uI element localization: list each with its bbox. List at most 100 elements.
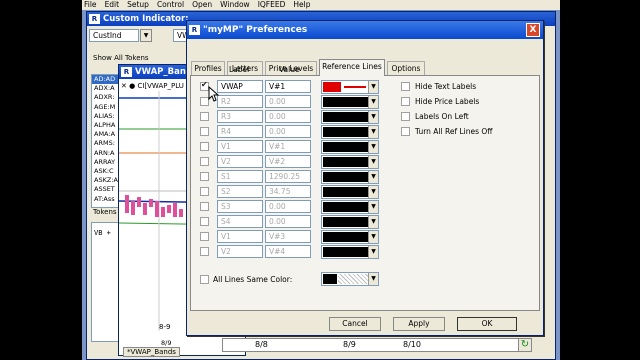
row-color-picker[interactable]: ▼ xyxy=(321,140,379,154)
show-all-tokens-label[interactable]: Show All Tokens xyxy=(93,54,149,62)
tab-reference-lines[interactable]: Reference Lines xyxy=(319,59,385,76)
candle xyxy=(125,195,129,213)
row-color-picker[interactable]: ▼ xyxy=(321,155,379,169)
close-icon[interactable]: ✕ xyxy=(121,82,127,90)
row-label-field[interactable]: VWAP xyxy=(217,80,263,93)
chevron-down-icon: ▼ xyxy=(368,201,378,213)
token-item[interactable]: ALPHA xyxy=(92,121,120,130)
ok-button[interactable]: OK xyxy=(457,317,517,331)
menu-open[interactable]: Open xyxy=(192,0,212,10)
token-item[interactable]: AT:Ass xyxy=(92,195,120,204)
row-label-field[interactable]: S2 xyxy=(217,185,263,198)
row-enable-checkbox[interactable] xyxy=(200,187,209,196)
token-item[interactable]: ASSET xyxy=(92,185,120,194)
candle xyxy=(179,209,183,217)
row-value-field[interactable]: V#2 xyxy=(265,155,311,168)
menu-iqfeed[interactable]: IQFEED xyxy=(258,0,286,10)
row-color-picker[interactable]: ▼ xyxy=(321,245,379,259)
all-lines-same-color-checkbox[interactable] xyxy=(200,275,209,284)
menu-help[interactable]: Help xyxy=(293,0,310,10)
row-label-field[interactable]: R3 xyxy=(217,110,263,123)
row-enable-checkbox[interactable] xyxy=(200,202,209,211)
hide-text-labels-checkbox[interactable] xyxy=(401,82,410,91)
apply-button[interactable]: Apply xyxy=(393,317,445,331)
candle xyxy=(131,201,135,215)
menu-control[interactable]: Control xyxy=(157,0,184,10)
row-color-picker[interactable]: ▼ xyxy=(321,80,379,94)
row-enable-checkbox[interactable] xyxy=(200,157,209,166)
token-item[interactable]: ASK:C xyxy=(92,167,120,176)
cancel-button[interactable]: Cancel xyxy=(329,317,381,331)
token-item[interactable]: ADX:A xyxy=(92,84,120,93)
all-lines-color-picker[interactable]: ▼ xyxy=(321,272,379,286)
row-color-picker[interactable]: ▼ xyxy=(321,110,379,124)
row-value-field[interactable]: 0.00 xyxy=(265,95,311,108)
tab-options[interactable]: Options xyxy=(387,61,425,75)
row-value-field[interactable]: 0.00 xyxy=(265,125,311,138)
chevron-down-icon: ▼ xyxy=(368,111,378,123)
token-item[interactable]: ARMS: xyxy=(92,139,120,148)
row-color-picker[interactable]: ▼ xyxy=(321,185,379,199)
row-value-field[interactable]: V#1 xyxy=(265,140,311,153)
menu-file[interactable]: File xyxy=(84,0,97,10)
row-enable-checkbox[interactable] xyxy=(200,172,209,181)
row-enable-checkbox[interactable] xyxy=(200,232,209,241)
indicator-combo[interactable]: CustInd xyxy=(89,29,139,42)
row-value-field[interactable]: V#4 xyxy=(265,245,311,258)
row-label-field[interactable]: R4 xyxy=(217,125,263,138)
row-label-field[interactable]: V1 xyxy=(217,140,263,153)
token-item[interactable]: AMA:A xyxy=(92,130,120,139)
row-color-picker[interactable]: ▼ xyxy=(321,95,379,109)
row-label-field[interactable]: V2 xyxy=(217,245,263,258)
token-item[interactable]: ASKZ:A xyxy=(92,176,120,185)
row-value-field[interactable]: 0.00 xyxy=(265,110,311,123)
menu-edit[interactable]: Edit xyxy=(105,0,120,10)
row-value-field[interactable]: 0.00 xyxy=(265,200,311,213)
row-color-picker[interactable]: ▼ xyxy=(321,200,379,214)
row-color-picker[interactable]: ▼ xyxy=(321,170,379,184)
row-value-field[interactable]: V#3 xyxy=(265,230,311,243)
candle xyxy=(137,197,141,207)
menu-window[interactable]: Window xyxy=(220,0,250,10)
row-color-picker[interactable]: ▼ xyxy=(321,230,379,244)
row-value-field[interactable]: 34.75 xyxy=(265,185,311,198)
formula-editor[interactable]: VB + xyxy=(91,222,121,342)
menu-setup[interactable]: Setup xyxy=(127,0,149,10)
row-label-field[interactable]: R2 xyxy=(217,95,263,108)
row-color-picker[interactable]: ▼ xyxy=(321,215,379,229)
token-item[interactable]: ALIAS: xyxy=(92,112,120,121)
row-value-field[interactable]: 1290.25 xyxy=(265,170,311,183)
chart-tab[interactable]: *VWAP_Bands xyxy=(123,347,180,357)
refresh-icon[interactable]: ↻ xyxy=(518,338,532,352)
row-label-field[interactable]: V1 xyxy=(217,230,263,243)
token-item[interactable]: AGE:M xyxy=(92,103,120,112)
token-item[interactable]: ARRAY xyxy=(92,158,120,167)
token-item[interactable]: ARN:A xyxy=(92,149,120,158)
indicator-combo-dropdown[interactable]: ▼ xyxy=(140,29,152,42)
row-enable-checkbox[interactable] xyxy=(200,142,209,151)
row-enable-checkbox[interactable] xyxy=(200,247,209,256)
color-swatch xyxy=(323,157,369,167)
token-item[interactable]: AD:AD xyxy=(92,75,120,85)
row-enable-checkbox[interactable] xyxy=(200,127,209,136)
token-item[interactable]: ADXR: xyxy=(92,93,120,102)
chart-date-label: 8-9 xyxy=(159,323,171,331)
row-label-field[interactable]: V2 xyxy=(217,155,263,168)
turn-all-ref-lines-off-checkbox[interactable] xyxy=(401,127,410,136)
chart-legend-text: CI[VWAP_PLU xyxy=(137,82,184,90)
row-value-field[interactable]: V#1 xyxy=(265,80,311,93)
app-logo-icon: R xyxy=(89,14,100,24)
labels-on-left-checkbox[interactable] xyxy=(401,112,410,121)
row-color-picker[interactable]: ▼ xyxy=(321,125,379,139)
chart-legend: ✕ ● CI[VWAP_PLU xyxy=(121,82,184,90)
row-label-field[interactable]: S3 xyxy=(217,200,263,213)
hide-price-labels-checkbox[interactable] xyxy=(401,97,410,106)
close-button[interactable]: X xyxy=(526,23,540,37)
tab-profiles[interactable]: Profiles xyxy=(191,61,225,75)
row-label-field[interactable]: S4 xyxy=(217,215,263,228)
row-enable-checkbox[interactable] xyxy=(200,217,209,226)
row-enable-checkbox[interactable] xyxy=(200,112,209,121)
row-value-field[interactable]: 0.00 xyxy=(265,215,311,228)
row-label-field[interactable]: S1 xyxy=(217,170,263,183)
token-list[interactable]: AD:AD ADX:A ADXR: AGE:M ALIAS: ALPHA AMA… xyxy=(91,74,121,208)
